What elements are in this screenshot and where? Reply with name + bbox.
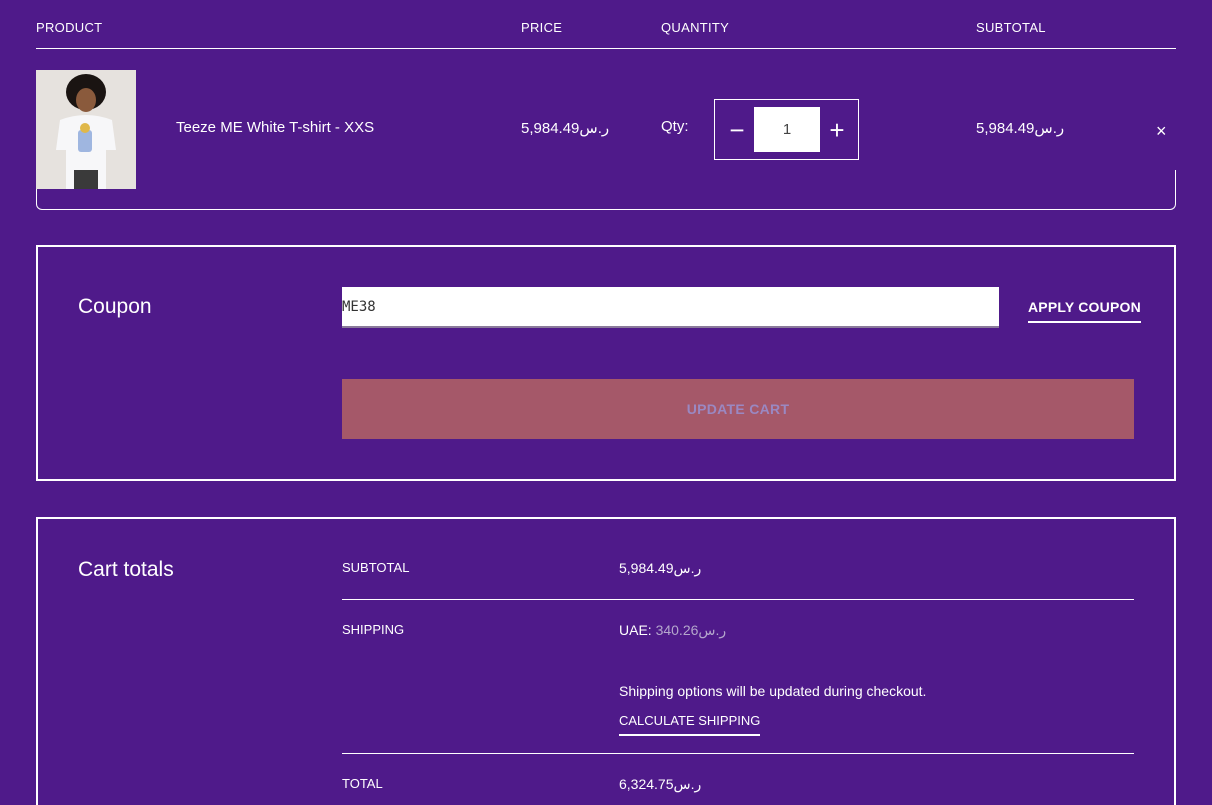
- cart-page: PRODUCT PRICE QUANTITY SUBTOTAL Teeze ME…: [0, 0, 1212, 805]
- totals-divider: [342, 753, 1134, 754]
- subtotal-value: 5,984.49ر.س: [619, 560, 702, 576]
- apply-coupon-button[interactable]: APPLY COUPON: [1028, 299, 1141, 323]
- product-thumbnail[interactable]: [36, 70, 136, 189]
- product-name-link[interactable]: Teeze ME White T-shirt - XXS: [176, 119, 374, 136]
- totals-divider: [342, 599, 1134, 600]
- shipping-note: Shipping options will be updated during …: [619, 683, 927, 699]
- coupon-code-input[interactable]: [342, 287, 999, 328]
- column-header-product: PRODUCT: [36, 20, 103, 35]
- total-label: TOTAL: [342, 776, 383, 791]
- update-cart-button[interactable]: UPDATE CART: [342, 379, 1134, 439]
- header-divider: [36, 48, 1176, 49]
- cart-totals-title: Cart totals: [78, 558, 174, 581]
- qty-label: Qty:: [661, 118, 689, 135]
- shipping-value: UAE: 340.26ر.س: [619, 622, 726, 639]
- subtotal-label: SUBTOTAL: [342, 560, 410, 575]
- column-header-subtotal: SUBTOTAL: [976, 20, 1046, 35]
- cart-totals-panel: [36, 517, 1176, 805]
- column-header-price: PRICE: [521, 20, 563, 35]
- remove-item-icon[interactable]: ×: [1156, 121, 1167, 142]
- qty-decrease-button[interactable]: −: [717, 100, 757, 159]
- column-header-quantity: QUANTITY: [661, 20, 730, 35]
- qty-increase-button[interactable]: +: [817, 100, 857, 159]
- shipping-price: 340.26ر.س: [655, 622, 727, 638]
- quantity-stepper: − +: [714, 99, 859, 160]
- quantity-input[interactable]: [754, 107, 820, 152]
- cart-row-border: [36, 170, 1176, 210]
- shipping-label: SHIPPING: [342, 622, 405, 637]
- line-subtotal: 5,984.49ر.س: [976, 120, 1065, 137]
- product-price: 5,984.49ر.س: [521, 120, 610, 137]
- calculate-shipping-link[interactable]: CALCULATE SHIPPING: [619, 713, 761, 736]
- total-value: 6,324.75ر.س: [619, 776, 702, 792]
- coupon-title: Coupon: [78, 295, 152, 318]
- coupon-panel: [36, 245, 1176, 481]
- shipping-region: UAE:: [619, 622, 652, 638]
